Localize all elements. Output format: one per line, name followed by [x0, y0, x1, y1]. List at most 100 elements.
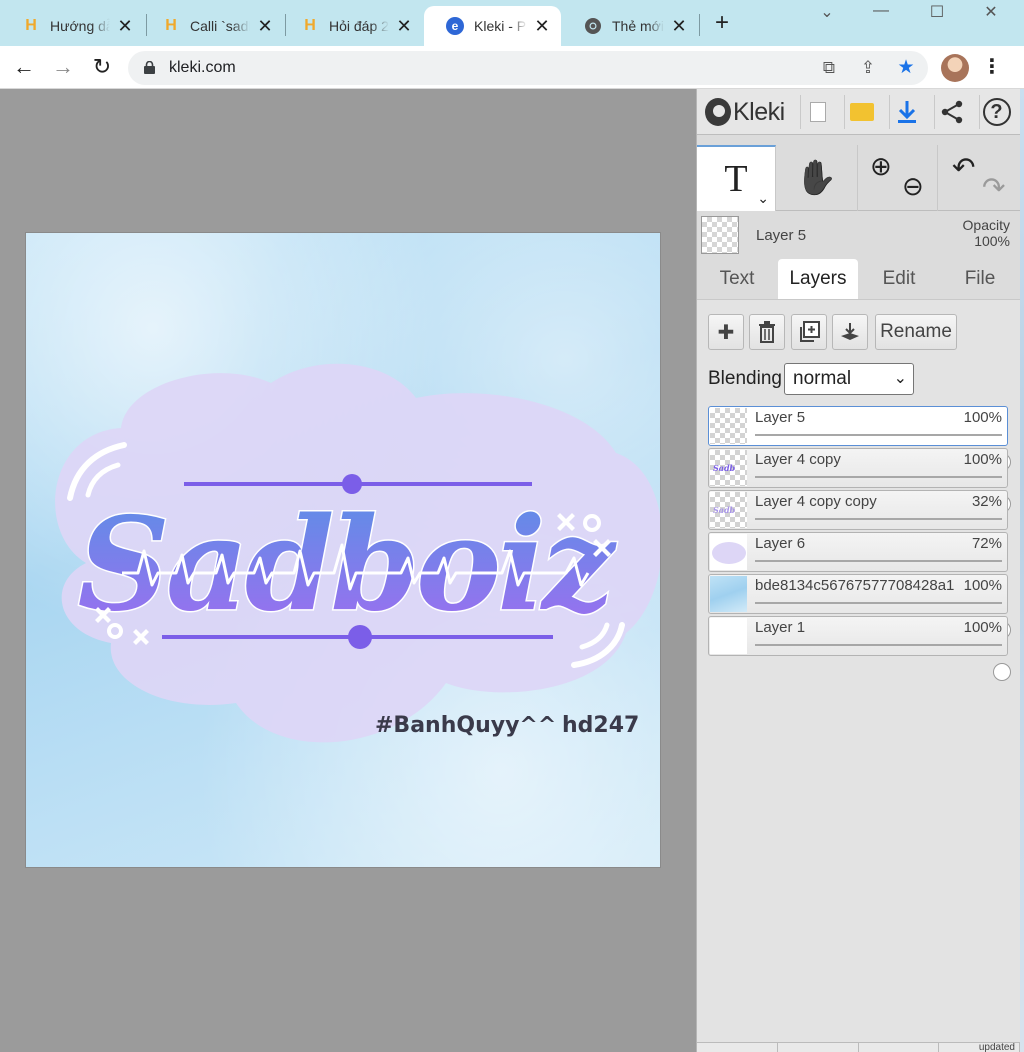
tab-title: Calli `sadb	[190, 18, 250, 34]
add-layer-button[interactable]: ✚	[708, 314, 744, 350]
kleki-logo[interactable]: Kleki	[705, 95, 785, 129]
status-cell: updated	[939, 1042, 1020, 1052]
text-tool-icon: T	[724, 158, 748, 200]
redo-icon[interactable]: ↷	[982, 171, 1005, 204]
tab-kleki[interactable]: e Kleki - Pa ✕	[424, 6, 561, 46]
tool-row: T ⌄ ✋ ⊕ ⊖ ↶ ↷	[697, 145, 1020, 211]
duplicate-layer-button[interactable]	[791, 314, 827, 350]
layer-opacity-slider[interactable]	[755, 476, 1011, 513]
opacity-value: 100%	[974, 233, 1010, 249]
layer-thumbnail	[710, 534, 747, 570]
rename-layer-button[interactable]: Rename	[875, 314, 957, 350]
layer-thumbnail	[710, 408, 747, 444]
reload-button[interactable]: ↻	[88, 54, 116, 82]
layer-name: Layer 1	[755, 619, 806, 636]
zoom-out-icon[interactable]: ⊖	[902, 171, 924, 202]
credit-author: #BanhQuyy^^	[375, 713, 556, 738]
tab-close-icon[interactable]: ✕	[670, 17, 688, 35]
layer-opacity-slider[interactable]	[755, 518, 1002, 555]
bookmark-star-icon[interactable]: ★	[895, 57, 917, 79]
close-window-button[interactable]: ✕	[978, 2, 1004, 24]
layer-row[interactable]: bde8134c56767577708428a1 100%	[708, 574, 1011, 639]
back-button[interactable]: ←	[10, 54, 38, 82]
artwork-canvas[interactable]: Sadboiz #BanhQuyy^^ hd247	[25, 232, 661, 868]
new-tab-button[interactable]: +	[710, 11, 734, 36]
tab-close-icon[interactable]: ✕	[256, 17, 274, 35]
tab-huong-dan[interactable]: H Hướng dẫn ✕	[0, 6, 144, 46]
layer-name: Layer 4 copy	[755, 451, 841, 468]
tab-close-icon[interactable]: ✕	[395, 17, 413, 35]
layer-opacity-slider[interactable]	[755, 434, 1011, 471]
new-image-button[interactable]	[800, 95, 834, 129]
kleki-side-panel: Kleki ? T ⌄ ✋ ⊕ ⊖ ↶ ↷ Layer 5 Opacity 10…	[696, 89, 1020, 1052]
layer-opacity: 100%	[963, 451, 1002, 468]
current-layer-opacity[interactable]: Opacity 100%	[963, 217, 1010, 249]
zoom-controls: ⊕ ⊖	[858, 145, 938, 211]
tab-edit[interactable]: Edit	[859, 259, 939, 299]
browser-tab-bar: H Hướng dẫn ✕ H Calli `sadb ✕ H Hỏi đáp …	[0, 0, 1024, 46]
artwork-illustration: Sadboiz #BanhQuyy^^ hd247	[55, 363, 660, 743]
address-bar[interactable]: kleki.com ⧉ ⇪ ★	[128, 51, 928, 85]
delete-layer-button[interactable]	[749, 314, 785, 350]
layer-opacity: 72%	[971, 535, 1002, 552]
status-cell	[777, 1042, 859, 1052]
help-button[interactable]: ?	[979, 95, 1013, 129]
layer-row[interactable]: Layer 1 100%	[708, 616, 1011, 681]
layer-row[interactable]: Layer 5 100%	[708, 406, 1011, 471]
layer-opacity-slider[interactable]	[755, 644, 1011, 681]
kleki-brand-name: Kleki	[733, 97, 785, 126]
history-controls: ↶ ↷	[938, 145, 1020, 211]
share-button[interactable]	[934, 95, 968, 129]
kleki-favicon-icon: e	[446, 17, 464, 35]
hand-icon: ✋	[795, 159, 838, 197]
layer-row[interactable]: Layer 6 72%	[708, 532, 1008, 597]
svg-text:Sadb: Sadb	[713, 505, 736, 515]
tab-title: Hướng dẫn	[50, 18, 110, 34]
profile-avatar[interactable]	[941, 54, 969, 82]
lock-icon[interactable]	[144, 61, 155, 74]
tab-title: Kleki - Pa	[474, 18, 527, 34]
merge-layer-button[interactable]	[832, 314, 868, 350]
minimize-button[interactable]: —	[868, 2, 894, 24]
tab-file[interactable]: File	[940, 259, 1020, 299]
tab-hoi-dap[interactable]: H Hỏi đáp 2 ✕	[279, 6, 423, 46]
layer-thumbnail	[710, 576, 747, 612]
translate-icon[interactable]: ⧉	[818, 57, 840, 79]
chevron-down-icon: ⌄	[893, 370, 907, 387]
layer-opacity-slider[interactable]	[755, 602, 1011, 639]
hand-tool-button[interactable]: ✋	[776, 145, 858, 211]
opacity-label: Opacity	[962, 217, 1010, 233]
open-image-button[interactable]	[844, 95, 878, 129]
layer-opacity: 100%	[963, 577, 1002, 594]
text-tool-button[interactable]: T ⌄	[697, 145, 776, 211]
tab-calli[interactable]: H Calli `sadb ✕	[140, 6, 284, 46]
tab-close-icon[interactable]: ✕	[533, 17, 551, 35]
layer-opacity-knob[interactable]	[993, 663, 1011, 681]
layer-opacity-slider[interactable]	[755, 560, 1002, 597]
layers-tab-content: ✚ Rename Blending normal ⌄ Layer 5 100% …	[697, 299, 1020, 1052]
tab-new-tab[interactable]: Thẻ mới ✕	[562, 6, 698, 46]
browser-menu-icon[interactable]: ⋮	[982, 56, 1002, 80]
save-image-button[interactable]	[889, 95, 923, 129]
credit-site: hd247	[562, 713, 639, 738]
maximize-button[interactable]: ☐	[924, 2, 950, 24]
url-text[interactable]: kleki.com	[169, 59, 236, 77]
layer-row[interactable]: Sadb Layer 4 copy copy 32%	[708, 490, 1008, 555]
undo-icon[interactable]: ↶	[952, 151, 975, 184]
tool-options-caret-icon[interactable]: ⌄	[757, 190, 769, 207]
blending-mode-select[interactable]: normal ⌄	[784, 363, 914, 395]
tab-text[interactable]: Text	[697, 259, 777, 299]
kleki-logo-icon	[705, 98, 731, 126]
zoom-in-icon[interactable]: ⊕	[870, 151, 892, 182]
tab-layers[interactable]: Layers	[778, 259, 858, 299]
tab-title: Hỏi đáp 2	[329, 18, 389, 34]
layer-row[interactable]: Sadb Layer 4 copy 100%	[708, 448, 1011, 513]
forward-button[interactable]: →	[49, 54, 77, 82]
tab-search-chevron-icon[interactable]: ⌄	[814, 2, 840, 24]
merge-down-icon	[841, 323, 859, 340]
share-page-icon[interactable]: ⇪	[857, 57, 879, 79]
background-window-edge	[1020, 89, 1024, 1052]
hoidap-favicon-icon: H	[25, 17, 37, 34]
canvas-area[interactable]: Sadboiz #BanhQuyy^^ hd247	[0, 89, 696, 1052]
tab-close-icon[interactable]: ✕	[116, 17, 134, 35]
